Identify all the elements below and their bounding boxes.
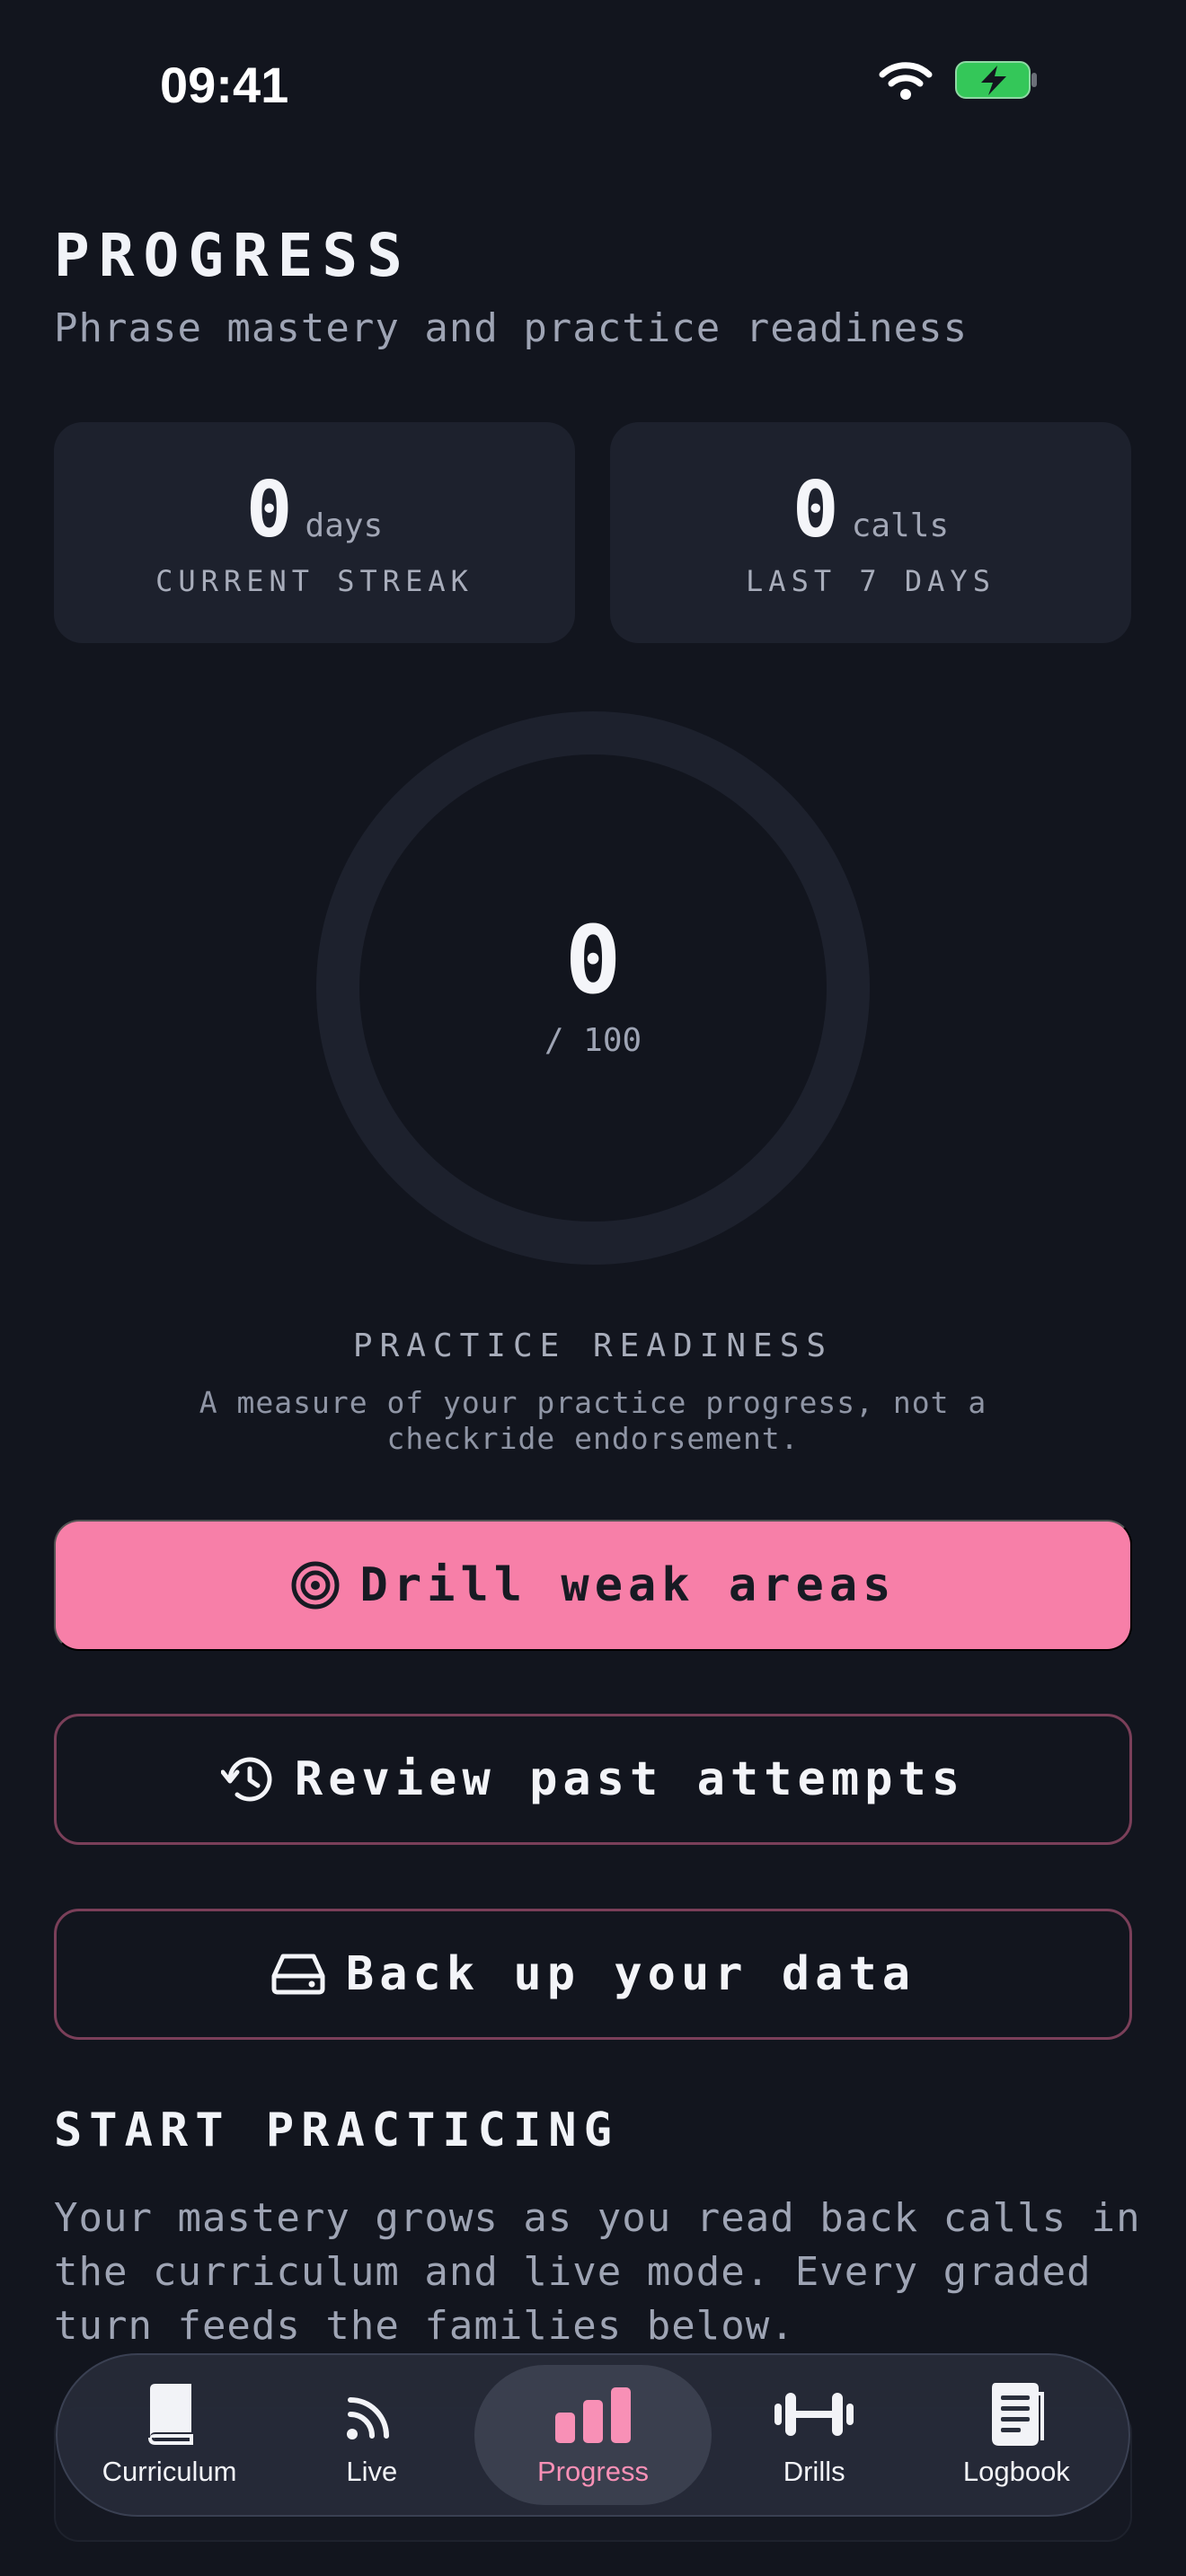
current-streak-card: 0 days CURRENT STREAK xyxy=(54,422,575,643)
wifi-icon xyxy=(879,60,933,103)
streak-value: 0 xyxy=(245,465,293,555)
bar-chart-icon xyxy=(553,2382,633,2447)
page-title: PROGRESS xyxy=(54,221,412,290)
status-icons xyxy=(879,59,1039,104)
document-icon xyxy=(987,2382,1046,2447)
start-practicing-title: START PRACTICING xyxy=(54,2104,619,2157)
tab-progress-label: Progress xyxy=(536,2456,649,2487)
target-icon xyxy=(290,1560,341,1610)
readiness-max: / 100 xyxy=(544,1022,642,1059)
tab-logbook-label: Logbook xyxy=(962,2456,1070,2487)
readiness-title: PRACTICE READINESS xyxy=(352,1328,834,1364)
review-past-attempts-label: Review past attempts xyxy=(294,1752,966,1806)
calls-value: 0 xyxy=(792,465,839,555)
drill-weak-areas-label: Drill weak areas xyxy=(359,1558,897,1612)
tab-progress[interactable]: Progress xyxy=(474,2365,712,2505)
tab-logbook[interactable]: Logbook xyxy=(916,2365,1116,2505)
readiness-score: 0 xyxy=(564,905,622,1015)
tab-bar: Curriculum Live Progress Drills Logbook xyxy=(56,2353,1130,2517)
streak-unit: days xyxy=(305,507,384,544)
tab-drills-label: Drills xyxy=(783,2456,845,2487)
readiness-ring: 0 / 100 xyxy=(314,710,872,1266)
back-up-data-label: Back up your data xyxy=(345,1947,916,2001)
status-bar: 09:41 xyxy=(0,0,1186,171)
page-subtitle: Phrase mastery and practice readiness xyxy=(54,305,969,351)
start-practicing-body: Your mastery grows as you read back call… xyxy=(54,2195,1141,2349)
history-icon xyxy=(220,1754,275,1804)
last-7-days-card: 0 calls LAST 7 DAYS xyxy=(610,422,1131,643)
tab-curriculum-label: Curriculum xyxy=(102,2456,237,2487)
drill-weak-areas-button[interactable]: Drill weak areas xyxy=(54,1520,1132,1651)
tab-live-label: Live xyxy=(346,2456,398,2487)
dumbbell-icon xyxy=(773,2382,855,2447)
book-icon xyxy=(143,2382,197,2447)
calls-unit: calls xyxy=(851,507,950,544)
signal-icon xyxy=(345,2382,399,2447)
tab-live[interactable]: Live xyxy=(272,2365,472,2505)
tab-drills[interactable]: Drills xyxy=(714,2365,914,2505)
readiness-note: A measure of your practice progress, not… xyxy=(199,1385,987,1456)
tab-curriculum[interactable]: Curriculum xyxy=(70,2365,270,2505)
calls-label: LAST 7 DAYS xyxy=(746,564,996,598)
review-past-attempts-button[interactable]: Review past attempts xyxy=(54,1714,1132,1845)
battery-charging-icon xyxy=(954,59,1039,104)
status-time: 09:41 xyxy=(160,57,289,113)
streak-label: CURRENT STREAK xyxy=(155,564,474,598)
drive-icon xyxy=(270,1953,326,1996)
back-up-data-button[interactable]: Back up your data xyxy=(54,1909,1132,2040)
